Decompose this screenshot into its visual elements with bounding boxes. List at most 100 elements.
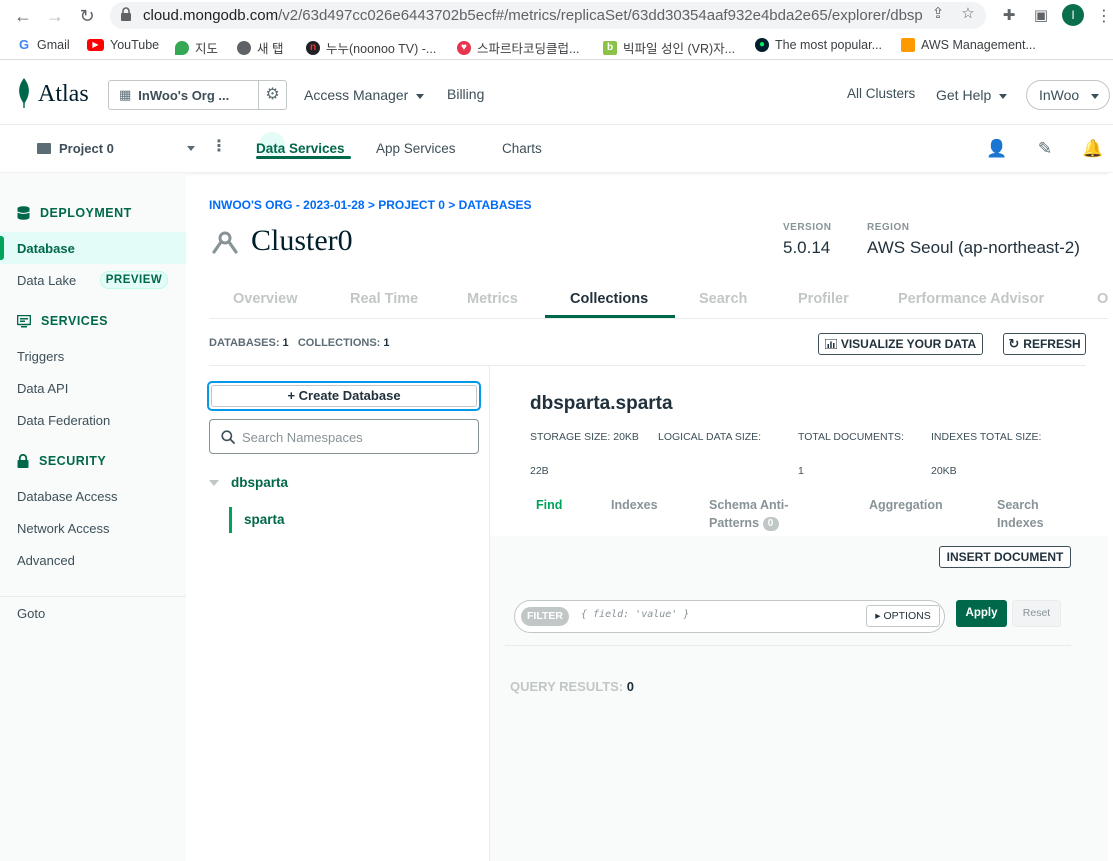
reset-button[interactable]: Reset (1012, 600, 1061, 627)
google-icon: G (18, 37, 30, 52)
tab-collections[interactable]: Collections (570, 291, 648, 307)
subtab-find[interactable]: Find (536, 496, 562, 514)
tab-profiler[interactable]: Profiler (798, 291, 849, 307)
browser-profile-avatar[interactable]: I (1062, 4, 1084, 26)
subtab-search-indexes[interactable]: Search Indexes (997, 496, 1044, 532)
bookmark-new-tab[interactable]: 새 탭 (237, 38, 283, 57)
sidebar-item-database-access[interactable]: Database Access (17, 489, 117, 504)
sidebar-section-deployment: DEPLOYMENT (17, 206, 132, 220)
url-text: cloud.mongodb.com/v2/63d497cc026e6443702… (143, 7, 923, 24)
sidebar-item-goto[interactable]: Goto (17, 606, 45, 621)
sidebar-item-network-access[interactable]: Network Access (17, 521, 109, 536)
globe-icon (237, 40, 251, 55)
bookmark-gmail[interactable]: G Gmail (17, 37, 70, 53)
tab-overflow[interactable]: O (1097, 291, 1108, 307)
sidebar-section-services: SERVICES (17, 314, 108, 328)
extensions-icon[interactable]: ✚ (998, 5, 1020, 27)
indexes-size-value: 20KB (931, 465, 957, 477)
tab-charts[interactable]: Charts (502, 141, 542, 156)
tab-overview[interactable]: Overview (233, 291, 298, 307)
caret-down-icon[interactable] (187, 146, 195, 151)
address-bar[interactable]: cloud.mongodb.com/v2/63d497cc026e6443702… (110, 2, 986, 29)
sidebar-item-database[interactable]: Database (17, 241, 75, 256)
browser-toolbar: ← → ↻ cloud.mongodb.com/v2/63d497cc026e6… (0, 0, 1113, 32)
section-divider (209, 365, 1086, 366)
bookmark-aws[interactable]: AWS Management... (901, 38, 1036, 52)
mongodb-leaf-icon: ● (755, 38, 769, 52)
atlas-header: Atlas ▦ InWoo's Org ... ⚙ Access Manager… (0, 61, 1113, 125)
forward-icon[interactable]: → (44, 5, 66, 27)
storage-size: STORAGE SIZE: 20KB (530, 431, 639, 443)
tab-data-services[interactable]: Data Services (256, 141, 345, 156)
active-tab-indicator (256, 156, 351, 159)
sidebar-item-triggers[interactable]: Triggers (17, 349, 64, 364)
project-selector[interactable]: Project 0 (37, 141, 114, 156)
filter-label: FILTER (521, 607, 569, 626)
region-value: AWS Seoul (ap-northeast-2) (867, 238, 1080, 257)
billing-link[interactable]: Billing (447, 86, 484, 102)
sidebar-item-data-lake[interactable]: Data Lake (17, 273, 76, 288)
search-namespaces-input[interactable] (242, 427, 470, 447)
tree-collection-sparta[interactable]: sparta (244, 512, 285, 527)
options-button[interactable]: ▸ OPTIONS (866, 605, 940, 627)
bell-icon[interactable]: 🔔 (1082, 138, 1104, 160)
tab-real-time[interactable]: Real Time (350, 291, 418, 307)
share-icon[interactable]: ⇪ (928, 4, 948, 24)
tab-metrics[interactable]: Metrics (467, 291, 518, 307)
user-menu[interactable]: InWoo (1026, 80, 1110, 110)
scrollbar[interactable] (1108, 173, 1113, 861)
query-divider (505, 645, 1071, 646)
bookmark-sparta[interactable]: ♥ 스파르타코딩클럽... (457, 38, 579, 57)
access-manager-menu[interactable]: Access Manager (304, 87, 425, 103)
more-options-icon[interactable]: ⋮ (211, 138, 227, 156)
side-panel-icon[interactable]: ▣ (1030, 5, 1052, 27)
get-help-menu[interactable]: Get Help (936, 87, 1008, 103)
version-value: 5.0.14 (783, 238, 831, 257)
bookmark-mongodb[interactable]: ● The most popular... (755, 38, 882, 52)
sidebar-item-advanced[interactable]: Advanced (17, 553, 75, 568)
refresh-button[interactable]: ↻ REFRESH (1003, 333, 1086, 355)
tab-search[interactable]: Search (699, 291, 747, 307)
apply-button[interactable]: Apply (956, 600, 1007, 627)
sidebar-item-data-federation[interactable]: Data Federation (17, 413, 110, 428)
subtab-indexes[interactable]: Indexes (611, 496, 658, 514)
logical-size-label: LOGICAL DATA SIZE: (658, 431, 762, 443)
query-panel (490, 536, 1113, 861)
browser-menu-icon[interactable]: ⋮ (1096, 6, 1112, 26)
atlas-logo[interactable]: Atlas (38, 81, 89, 108)
caret-down-icon (416, 93, 425, 99)
version-label: VERSION (783, 222, 832, 233)
org-selector[interactable]: ▦ InWoo's Org ... (108, 80, 259, 110)
insert-document-button[interactable]: INSERT DOCUMENT (939, 546, 1071, 568)
tree-database-dbsparta[interactable]: dbsparta (209, 475, 288, 490)
gear-icon[interactable]: ⚙ (259, 80, 287, 110)
bookmarks-bar: G Gmail ▶ YouTube 지도 새 탭 n 누누(noonoo TV) -.… (0, 32, 1113, 60)
visualize-data-button[interactable]: VISUALIZE YOUR DATA (818, 333, 983, 355)
all-clusters-link[interactable]: All Clusters (847, 86, 915, 101)
active-tab-indicator (545, 315, 675, 318)
back-icon[interactable]: ← (12, 5, 34, 27)
tab-performance-advisor[interactable]: Performance Advisor (898, 291, 1044, 307)
subtab-schema-anti-patterns[interactable]: Schema Anti- Patterns 0 (709, 496, 788, 532)
sidebar-item-data-api[interactable]: Data API (17, 381, 68, 396)
reload-icon[interactable]: ↻ (76, 5, 98, 27)
expand-triangle-icon[interactable] (209, 479, 219, 486)
tab-app-services[interactable]: App Services (376, 141, 456, 156)
breadcrumb[interactable]: INWOO'S ORG - 2023-01-28 > PROJECT 0 > D… (209, 198, 532, 212)
invite-user-icon[interactable]: 👤 (986, 138, 1008, 160)
star-icon[interactable]: ☆ (958, 4, 978, 24)
database-icon (17, 206, 30, 220)
bookmark-noonoo[interactable]: n 누누(noonoo TV) -... (306, 38, 436, 57)
search-namespaces-field[interactable] (209, 419, 479, 454)
filter-input[interactable]: { field: 'value' } (581, 609, 861, 620)
bigfile-icon: b (603, 40, 617, 55)
aws-icon (901, 38, 915, 52)
bookmark-bigfile[interactable]: b 빅파일 성인 (VR)자... (603, 38, 735, 57)
activity-feed-icon[interactable]: ✎ (1034, 138, 1056, 160)
noonoo-icon: n (306, 40, 320, 55)
subtab-aggregation[interactable]: Aggregation (869, 496, 943, 514)
create-database-button[interactable]: + Create Database (207, 381, 481, 411)
bookmark-maps[interactable]: 지도 (175, 38, 218, 57)
sidebar-divider (0, 596, 186, 597)
bookmark-youtube[interactable]: ▶ YouTube (87, 38, 159, 52)
